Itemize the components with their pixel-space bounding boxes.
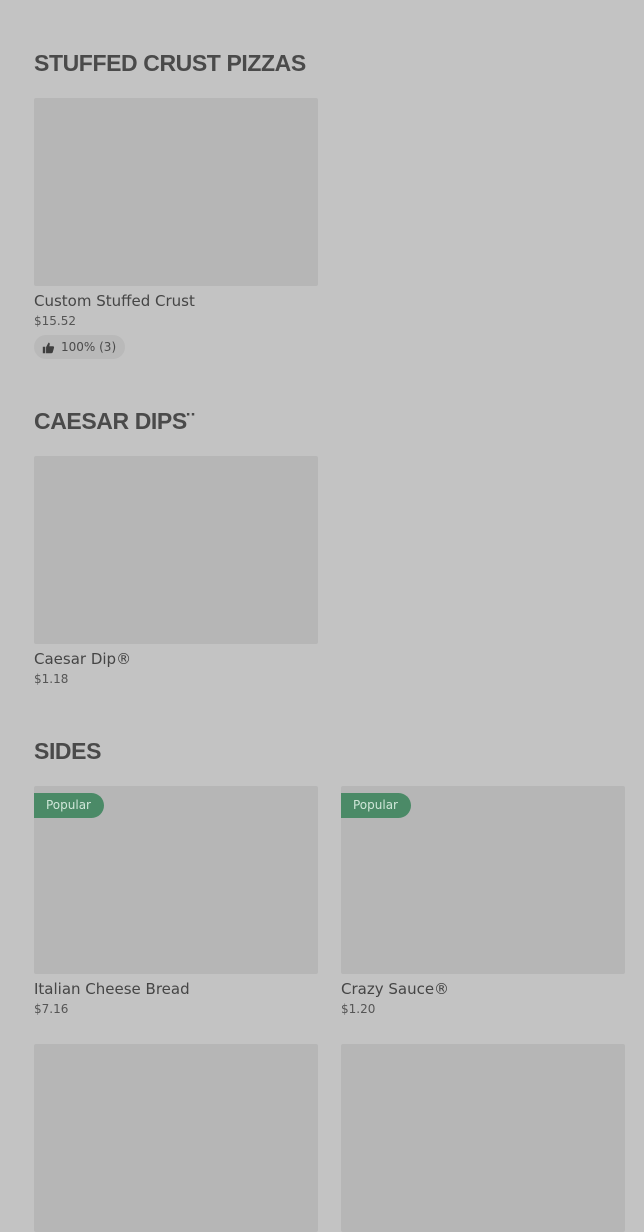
menu-item-price: $1.20	[341, 1002, 376, 1016]
menu-item-price: $1.18	[34, 672, 69, 686]
menu-item-image[interactable]	[34, 1044, 318, 1232]
menu-item-name: Custom Stuffed Crust	[34, 292, 195, 310]
menu-item-price: $7.16	[34, 1002, 69, 1016]
menu-item-name: Crazy Sauce®	[341, 980, 450, 998]
rating-badge: 100% (3)	[34, 335, 126, 359]
menu-item-image[interactable]	[341, 1044, 625, 1232]
menu-item-card[interactable]: Caesar Dip® $1.18	[34, 456, 318, 687]
menu-item-image[interactable]	[34, 456, 318, 644]
menu-item-name: Italian Cheese Bread	[34, 980, 190, 998]
menu-item-name: Caesar Dip®	[34, 650, 132, 668]
popular-badge: Popular	[34, 793, 104, 818]
menu-item-image[interactable]: Popular	[34, 786, 318, 974]
menu-item-card[interactable]	[341, 1044, 625, 1232]
menu-item-card[interactable]: Popular Crazy Sauce® $1.20	[341, 786, 625, 1017]
menu-item-card[interactable]: Custom Stuffed Crust $15.52 100% (3)	[34, 98, 318, 359]
thumbs-up-icon	[42, 342, 55, 353]
menu-item-image[interactable]: Popular	[341, 786, 625, 974]
popular-badge: Popular	[341, 793, 411, 818]
section-title-sides: SIDES	[34, 738, 102, 764]
menu-item-image[interactable]	[34, 98, 318, 286]
rating-text: 100% (3)	[61, 340, 117, 354]
section-title-caesar-dips: CAESAR DIPS¨	[34, 408, 195, 434]
section-title-stuffed-crust-pizzas: STUFFED CRUST PIZZAS	[34, 50, 306, 76]
menu-item-price: $15.52	[34, 314, 76, 328]
menu-item-card[interactable]: Popular Italian Cheese Bread $7.16	[34, 786, 318, 1017]
menu-item-card[interactable]	[34, 1044, 318, 1232]
